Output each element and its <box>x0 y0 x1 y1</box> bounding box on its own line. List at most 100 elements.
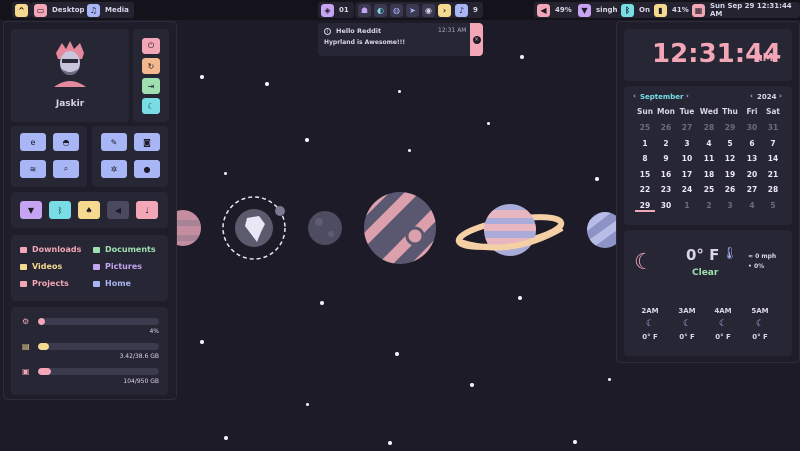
planets-illustration <box>177 192 617 264</box>
edge-browser-icon[interactable]: e <box>20 133 46 151</box>
volume-indicator[interactable]: ◀ 49% <box>534 2 577 18</box>
launcher-button[interactable]: ^ <box>15 3 28 17</box>
calendar-day[interactable]: 1 <box>677 201 697 210</box>
calendar-day-today[interactable]: 29 <box>635 201 655 212</box>
spotify-icon[interactable]: ≋ <box>20 160 46 178</box>
calendar-day[interactable]: 28 <box>699 123 719 132</box>
network-indicator[interactable]: ▼ singh <box>575 2 623 18</box>
calendar-day[interactable]: 8 <box>635 154 655 163</box>
folder-videos[interactable]: Videos <box>20 262 62 271</box>
bluetooth-toggle-icon[interactable]: ᛒ <box>49 201 71 219</box>
telegram-icon[interactable]: ➤ <box>406 3 419 17</box>
calendar-day[interactable]: 2 <box>656 139 676 148</box>
calendar-day[interactable]: 1 <box>635 139 655 148</box>
github-icon[interactable]: ☗ <box>358 3 371 17</box>
wifi-toggle-icon[interactable]: ▼ <box>20 201 42 219</box>
settings-icon[interactable]: ✲ <box>101 160 127 178</box>
calendar-day[interactable]: 9 <box>656 154 676 163</box>
calendar-day[interactable]: 5 <box>720 139 740 148</box>
calendar-day[interactable]: 16 <box>656 170 676 179</box>
calendar-day[interactable]: 30 <box>656 201 676 210</box>
notification-indicator[interactable]: ♪ 9 <box>452 2 483 18</box>
search-icon[interactable]: ⌕ <box>53 160 79 178</box>
calendar-day[interactable]: 30 <box>742 123 762 132</box>
calendar-day[interactable]: 19 <box>720 170 740 179</box>
calendar-day[interactable]: 20 <box>742 170 762 179</box>
calendar-day[interactable]: 17 <box>677 170 697 179</box>
dnd-toggle-icon[interactable]: ♠ <box>78 201 100 219</box>
calendar-day[interactable]: 10 <box>677 154 697 163</box>
reboot-button[interactable]: ↻ <box>142 58 160 74</box>
calendar-day[interactable]: 4 <box>699 139 719 148</box>
files-icon[interactable]: ◉ <box>422 3 435 17</box>
battery-indicator[interactable]: ▮ 41% <box>651 2 694 18</box>
calendar-day[interactable]: 6 <box>742 139 762 148</box>
calendar-day[interactable]: 25 <box>635 123 655 132</box>
discord-app-icon[interactable]: ◓ <box>53 133 79 151</box>
calendar-prev-month-icon[interactable]: ‹ <box>633 92 636 100</box>
hourly-time: 4AM <box>714 307 732 315</box>
calendar-day[interactable]: 26 <box>656 123 676 132</box>
calendar-day[interactable]: 29 <box>720 123 740 132</box>
folder-projects[interactable]: Projects <box>20 279 69 288</box>
calendar-weekday: Mon <box>657 107 675 116</box>
calendar-day[interactable]: 11 <box>699 154 719 163</box>
calendar-day[interactable]: 7 <box>763 139 783 148</box>
notification-body: Hyprland is Awesome!!! <box>324 39 406 46</box>
calendar-day[interactable]: 13 <box>742 154 762 163</box>
media-group[interactable]: ♫ Media <box>84 2 134 18</box>
calendar-day[interactable]: 23 <box>656 185 676 194</box>
desktop-group[interactable]: ▭ Desktop <box>31 2 90 18</box>
network-name: singh <box>596 6 618 14</box>
calendar-next-year-icon[interactable]: › <box>779 92 782 100</box>
calendar-day[interactable]: 14 <box>763 154 783 163</box>
calendar-day[interactable]: 5 <box>763 201 783 210</box>
mic-toggle-icon[interactable]: ♩ <box>136 201 158 219</box>
calendar-day[interactable]: 26 <box>720 185 740 194</box>
calendar-day[interactable]: 2 <box>699 201 719 210</box>
sleep-button[interactable]: ☾ <box>142 98 160 114</box>
star <box>265 82 269 86</box>
calendar-day[interactable]: 3 <box>677 139 697 148</box>
shutdown-button[interactable]: ⏻ <box>142 38 160 54</box>
mute-toggle-icon[interactable]: ◀ <box>107 201 129 219</box>
calendar-day[interactable]: 15 <box>635 170 655 179</box>
calendar-day[interactable]: 12 <box>720 154 740 163</box>
datetime-indicator[interactable]: ▦ Sun Sep 29 12:31:44 AM <box>689 2 800 18</box>
calendar-day[interactable]: 25 <box>699 185 719 194</box>
planet-6 <box>587 212 617 248</box>
launcher-group: ^ <box>12 2 31 18</box>
calendar-day[interactable]: 27 <box>677 123 697 132</box>
folder-documents[interactable]: Documents <box>93 245 156 254</box>
folder-pictures[interactable]: Pictures <box>93 262 142 271</box>
folder-downloads[interactable]: Downloads <box>20 245 81 254</box>
calendar-day[interactable]: 4 <box>742 201 762 210</box>
terminal-icon[interactable]: › <box>438 3 451 17</box>
calendar-day[interactable]: 18 <box>699 170 719 179</box>
hourly-time: 2AM <box>641 307 659 315</box>
calendar-day[interactable]: 21 <box>763 170 783 179</box>
calendar-day[interactable]: 28 <box>763 185 783 194</box>
folder-home[interactable]: Home <box>93 279 131 288</box>
screenshot-icon[interactable]: ◙ <box>134 133 160 151</box>
browser-icon[interactable]: ◐ <box>374 3 387 17</box>
logout-button[interactable]: ⇥ <box>142 78 160 94</box>
calendar-day[interactable]: 22 <box>635 185 655 194</box>
color-picker-icon[interactable]: ✎ <box>101 133 127 151</box>
workspace-indicator[interactable]: ◈ 01 <box>318 2 354 18</box>
calendar-day[interactable]: 3 <box>720 201 740 210</box>
discord-icon[interactable]: ◍ <box>390 3 403 17</box>
calendar-day[interactable]: 24 <box>677 185 697 194</box>
calendar-day[interactable]: 27 <box>742 185 762 194</box>
calendar-day[interactable]: 31 <box>763 123 783 132</box>
bluetooth-indicator[interactable]: ᛒ On <box>618 2 655 18</box>
folder-label: Downloads <box>32 245 82 254</box>
folder-label: Home <box>105 279 131 288</box>
record-icon[interactable]: ● <box>134 160 160 178</box>
notification-close-button[interactable]: × <box>470 23 483 56</box>
calendar-next-month-icon[interactable]: › <box>686 92 689 100</box>
calendar-year: 2024 <box>757 93 777 101</box>
calendar-weekday: Wed <box>699 107 719 116</box>
calendar-prev-year-icon[interactable]: ‹ <box>750 92 753 100</box>
cpu-icon: ⚙ <box>22 317 30 326</box>
